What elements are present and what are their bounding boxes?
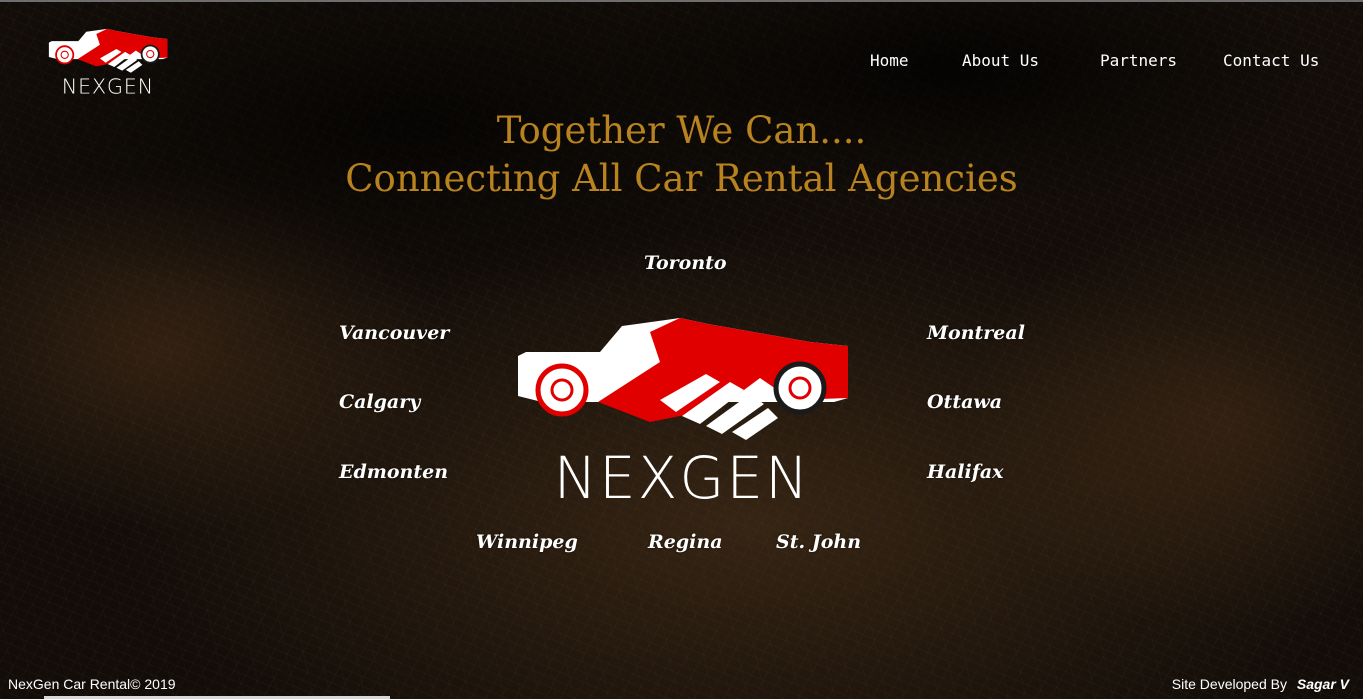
hero-heading-line2: Connecting All Car Rental Agencies <box>345 157 1018 200</box>
nav-about-us[interactable]: About Us <box>962 51 1039 70</box>
logo-truck-icon <box>48 28 168 73</box>
footer-credit-label: Site Developed By <box>1171 676 1287 692</box>
logo-wordmark: NEXGEN <box>62 75 154 98</box>
city-winnipeg: Winnipeg <box>476 531 578 553</box>
city-calgary: Calgary <box>339 391 421 413</box>
nav-contact-us[interactable]: Contact Us <box>1223 51 1319 70</box>
city-ottawa: Ottawa <box>927 391 1003 413</box>
footer-credit: Site Developed By Sagar V <box>1172 676 1349 692</box>
city-st-john: St. John <box>776 531 862 553</box>
top-border <box>0 0 1363 2</box>
nav-partners[interactable]: Partners <box>1100 51 1177 70</box>
footer-developer-name: Sagar V <box>1296 676 1349 692</box>
city-regina: Regina <box>648 531 723 553</box>
nav-home[interactable]: Home <box>870 51 909 70</box>
nexgen-logo[interactable]: NEXGEN <box>46 26 170 98</box>
footer-copyright: NexGen Car Rental© 2019 <box>8 676 176 692</box>
center-truck-handshake-icon <box>518 318 848 440</box>
hero-heading-line1: Together We Can.... <box>496 109 867 152</box>
city-vancouver: Vancouver <box>339 322 450 344</box>
nexgen-center-logo: NEXGEN <box>518 318 848 508</box>
city-toronto: Toronto <box>644 252 727 274</box>
city-montreal: Montreal <box>927 322 1025 344</box>
city-halifax: Halifax <box>927 461 1004 483</box>
city-edmonten: Edmonten <box>339 461 449 483</box>
center-logo-wordmark: NEXGEN <box>554 444 811 508</box>
